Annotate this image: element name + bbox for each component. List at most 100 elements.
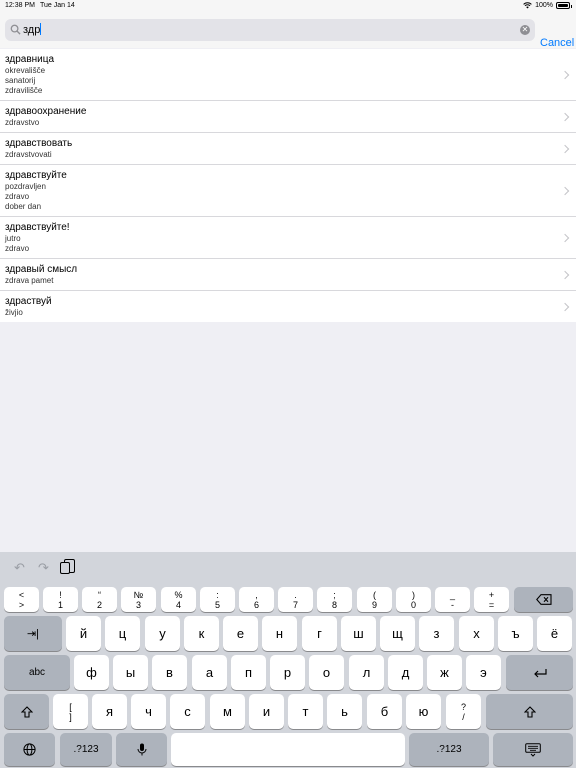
key-label: ( <box>373 589 376 600</box>
key-г[interactable]: г <box>302 616 337 651</box>
redo-icon[interactable]: ↷ <box>38 560 49 576</box>
key-к[interactable]: к <box>184 616 219 651</box>
key-num-=[interactable]: + = <box>474 587 509 612</box>
key-н[interactable]: н <box>262 616 297 651</box>
key-label: ж <box>440 665 449 680</box>
shift-icon <box>523 705 536 718</box>
key-label: щ <box>392 626 403 641</box>
close-icon: ✕ <box>521 25 529 34</box>
result-translation: zdrava pamet <box>5 276 54 285</box>
key-label: 5 <box>214 599 220 610</box>
key-а[interactable]: а <box>192 655 227 690</box>
mic-key[interactable] <box>116 733 167 766</box>
key-label: р <box>283 665 292 680</box>
result-row[interactable]: здравствовать zdravstvovati <box>0 133 576 165</box>
tab-key[interactable]: ⇥| <box>4 616 62 651</box>
key-й[interactable]: й <box>66 616 101 651</box>
key-label: [ <box>69 701 72 712</box>
key-ч[interactable]: ч <box>131 694 166 729</box>
cancel-button[interactable]: Cancel <box>540 37 574 49</box>
key-э[interactable]: э <box>466 655 501 690</box>
key-ж[interactable]: ж <box>427 655 462 690</box>
key-num--[interactable]: _ - <box>435 587 470 612</box>
key-bracket[interactable]: [] <box>53 694 88 729</box>
key-п[interactable]: п <box>231 655 266 690</box>
key-ф[interactable]: ф <box>74 655 109 690</box>
key-label: abc <box>28 667 46 678</box>
key-ы[interactable]: ы <box>113 655 148 690</box>
key-у[interactable]: у <box>145 616 180 651</box>
key-num-3[interactable]: № 3 <box>121 587 156 612</box>
space-key[interactable] <box>171 733 405 766</box>
globe-key[interactable] <box>4 733 55 766</box>
key-label: = <box>488 599 495 610</box>
key-ю[interactable]: ю <box>406 694 441 729</box>
result-row[interactable]: здравствуйте pozdravljen zdravo dober dan <box>0 165 576 217</box>
result-row[interactable]: здравоохранение zdravstvo <box>0 101 576 133</box>
result-row[interactable]: здраствуй živjio <box>0 291 576 322</box>
key-num-1[interactable]: ! 1 <box>43 587 78 612</box>
key-num-8[interactable]: ; 8 <box>317 587 352 612</box>
key-я[interactable]: я <box>92 694 127 729</box>
result-title: здравоохранение <box>5 106 87 117</box>
key-ё[interactable]: ё <box>537 616 572 651</box>
key-label: й <box>79 626 88 641</box>
search-input[interactable]: здр <box>23 23 503 37</box>
key-з[interactable]: з <box>419 616 454 651</box>
abc-key[interactable]: abc <box>4 655 70 690</box>
return-key[interactable] <box>506 655 573 690</box>
key-num-0[interactable]: ) 0 <box>396 587 431 612</box>
key-т[interactable]: т <box>288 694 323 729</box>
key-ъ[interactable]: ъ <box>498 616 533 651</box>
key-в[interactable]: в <box>152 655 187 690</box>
key-label: . <box>294 589 297 600</box>
key-label: я <box>105 704 114 719</box>
result-translation: zdravo <box>5 244 30 253</box>
key-label: ё <box>550 626 559 641</box>
key-label: и <box>262 704 271 719</box>
key-label: ы <box>125 665 136 680</box>
key-ц[interactable]: ц <box>105 616 140 651</box>
search-field[interactable]: здр ✕ <box>5 19 535 41</box>
key-л[interactable]: л <box>349 655 384 690</box>
result-row[interactable]: здравый смысл zdrava pamet <box>0 259 576 291</box>
key-question[interactable]: ? / <box>446 694 481 729</box>
numbers-key-left[interactable]: .?123 <box>60 733 112 766</box>
result-row[interactable]: здравствуйте! jutro zdravo <box>0 217 576 259</box>
key-num-4[interactable]: % 4 <box>161 587 196 612</box>
key-б[interactable]: б <box>367 694 402 729</box>
hide-keyboard-key[interactable] <box>493 733 573 766</box>
key-ь[interactable]: ь <box>327 694 362 729</box>
key-х[interactable]: х <box>459 616 494 651</box>
key-num-6[interactable]: ,6 <box>239 587 274 612</box>
key-label: у <box>159 626 166 641</box>
paste-icon[interactable] <box>60 559 75 574</box>
shift-left-key[interactable] <box>4 694 49 729</box>
clear-search-button[interactable]: ✕ <box>520 25 530 35</box>
key-label: 7 <box>292 599 298 610</box>
key-о[interactable]: о <box>309 655 344 690</box>
key-num->[interactable]: < > <box>4 587 39 612</box>
undo-icon[interactable]: ↶ <box>14 560 25 576</box>
key-label: “ <box>98 589 101 600</box>
result-title: здравый смысл <box>5 264 78 275</box>
key-р[interactable]: р <box>270 655 305 690</box>
key-num-2[interactable]: “2 <box>82 587 117 612</box>
key-и[interactable]: и <box>249 694 284 729</box>
shift-right-key[interactable] <box>486 694 573 729</box>
key-д[interactable]: д <box>388 655 423 690</box>
result-translation: zdravstvo <box>5 118 40 127</box>
key-е[interactable]: е <box>223 616 258 651</box>
key-num-5[interactable]: :5 <box>200 587 235 612</box>
result-row[interactable]: здравница okrevališče sanatorij zdravilišče <box>0 49 576 101</box>
key-num-9[interactable]: (9 <box>357 587 392 612</box>
numbers-key-right[interactable]: .?123 <box>409 733 489 766</box>
key-м[interactable]: м <box>210 694 245 729</box>
key-щ[interactable]: щ <box>380 616 415 651</box>
key-с[interactable]: с <box>170 694 205 729</box>
key-num-7[interactable]: .7 <box>278 587 313 612</box>
status-bar: 12:38 PM Tue Jan 14 100% <box>0 0 576 14</box>
result-translation: okrevališče <box>5 66 46 75</box>
key-ш[interactable]: ш <box>341 616 376 651</box>
delete-key[interactable] <box>514 587 573 612</box>
